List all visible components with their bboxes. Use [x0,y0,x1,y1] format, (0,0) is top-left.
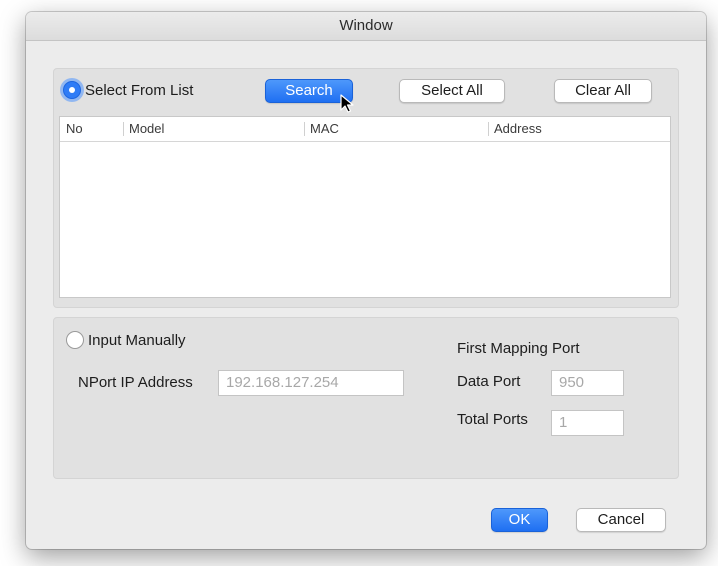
first-mapping-port-label: First Mapping Port [457,340,580,357]
table-body[interactable] [60,142,670,298]
cancel-button[interactable]: Cancel [576,508,666,532]
select-from-list-radio[interactable]: Select From List [63,81,193,99]
table-header: No Model MAC Address [60,117,670,142]
radio-selected-icon[interactable] [63,81,81,99]
ok-button[interactable]: OK [491,508,548,532]
clear-all-button[interactable]: Clear All [554,79,652,103]
column-header-model[interactable]: Model [123,117,304,141]
column-header-address[interactable]: Address [488,117,670,141]
total-ports-input[interactable]: 1 [551,410,624,436]
input-manually-group: Input Manually NPort IP Address 192.168.… [53,317,679,479]
nport-ip-address-label: NPort IP Address [78,374,193,391]
total-ports-label: Total Ports [457,411,528,428]
data-port-label: Data Port [457,373,521,390]
nport-ip-address-input[interactable]: 192.168.127.254 [218,370,404,396]
mouse-pointer-icon [340,94,354,113]
select-from-list-group: Select From List Search Select All Clear… [53,68,679,308]
dialog-window: Window Select From List Search Select Al… [26,12,706,549]
input-manually-radio[interactable]: Input Manually [66,331,186,349]
window-title: Window [26,12,706,41]
data-port-input[interactable]: 950 [551,370,624,396]
device-table[interactable]: No Model MAC Address [59,116,671,298]
column-header-mac[interactable]: MAC [304,117,488,141]
column-header-no[interactable]: No [60,117,123,141]
select-all-button[interactable]: Select All [399,79,505,103]
select-from-list-label: Select From List [85,81,194,99]
radio-unselected-icon[interactable] [66,331,84,349]
input-manually-label: Input Manually [88,331,186,349]
